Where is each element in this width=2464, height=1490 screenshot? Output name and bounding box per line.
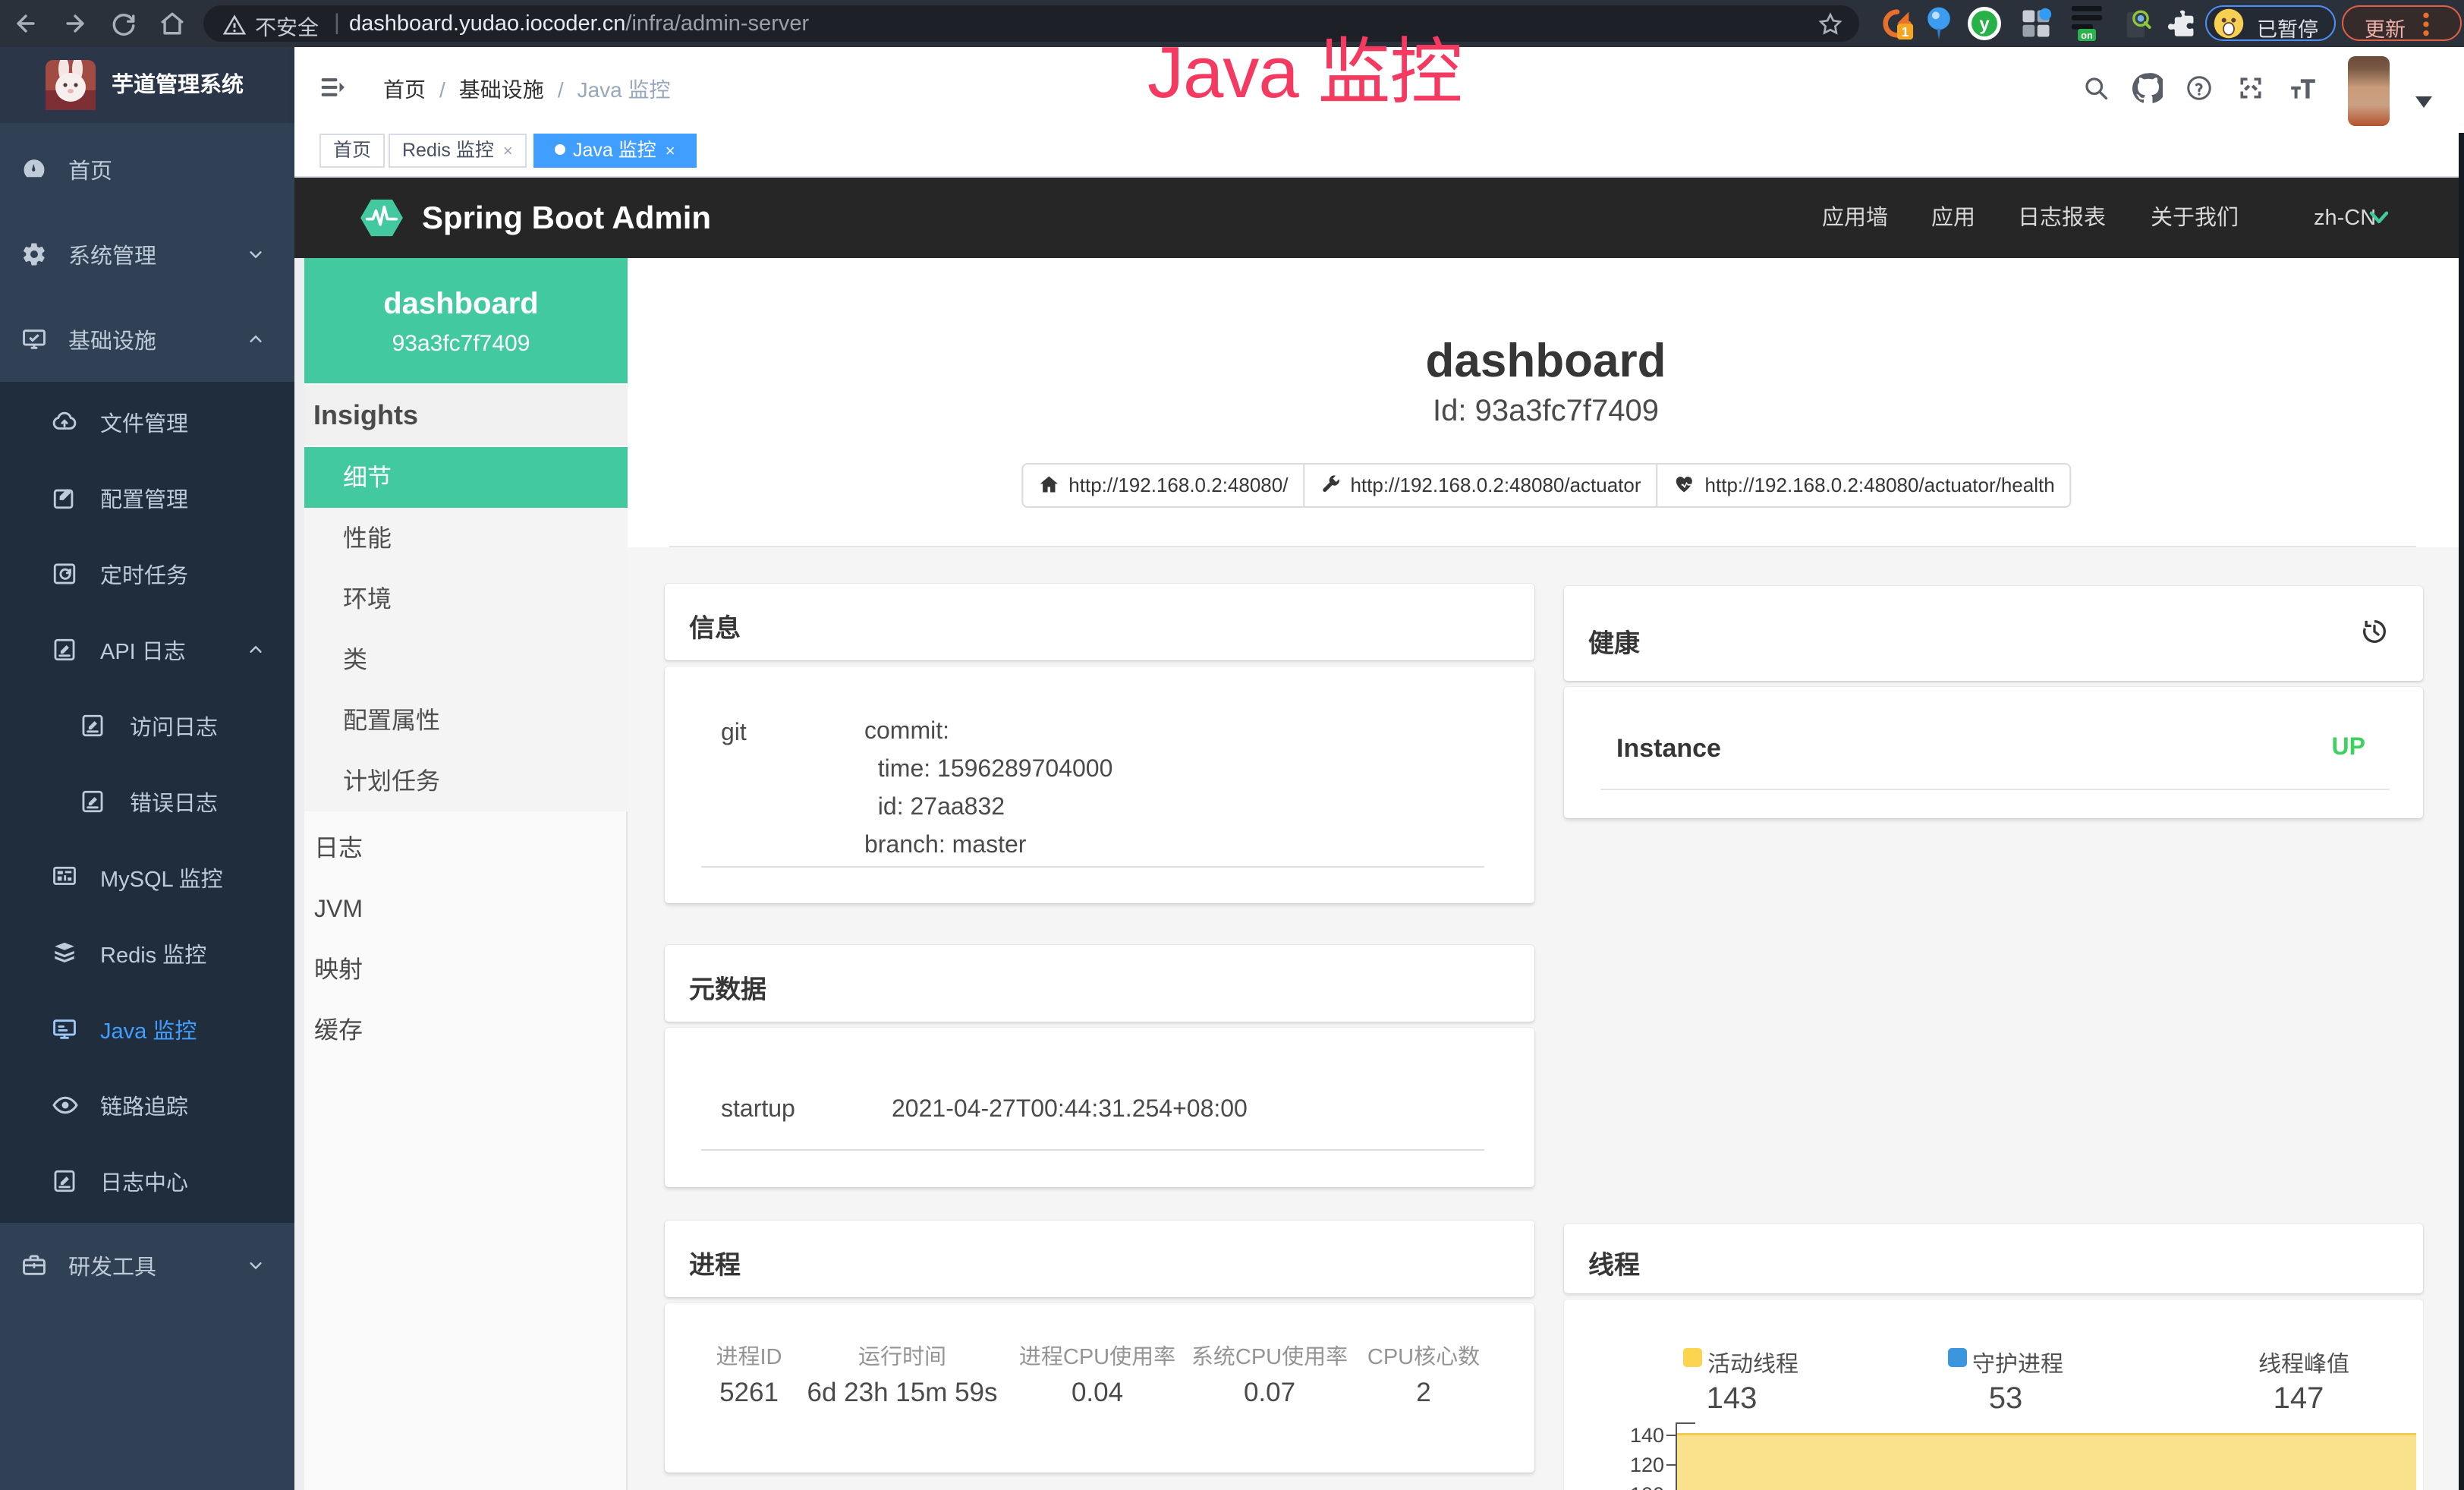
svg-text:on: on [2081, 30, 2093, 41]
svg-text:y: y [1979, 14, 1990, 34]
